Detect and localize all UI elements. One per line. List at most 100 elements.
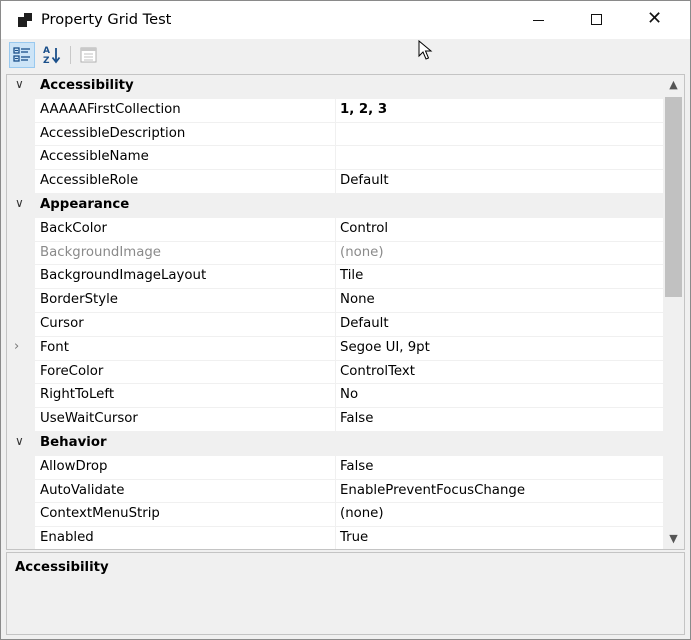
property-value[interactable]: Default <box>340 173 389 188</box>
property-value[interactable]: EnablePreventFocusChange <box>340 483 525 498</box>
column-splitter[interactable] <box>335 455 336 480</box>
property-value[interactable]: True <box>340 530 368 545</box>
property-value[interactable]: Tile <box>340 268 363 283</box>
property-name: Cursor <box>40 315 84 331</box>
column-splitter[interactable] <box>335 217 336 242</box>
chevron-down-icon: ▼ <box>669 532 678 545</box>
property-value[interactable]: (none) <box>340 506 384 521</box>
scroll-down-button[interactable]: ▼ <box>663 529 684 549</box>
property-row[interactable]: RightToLeft No <box>7 384 663 409</box>
property-value[interactable]: None <box>340 292 375 307</box>
row-gutter <box>7 289 35 313</box>
column-splitter[interactable] <box>335 289 336 313</box>
column-splitter[interactable] <box>335 241 336 266</box>
property-row[interactable]: AutoValidate EnablePreventFocusChange <box>7 479 663 504</box>
row-gutter <box>7 455 35 480</box>
property-row[interactable]: BorderStyle None <box>7 289 663 313</box>
column-splitter[interactable] <box>335 336 336 361</box>
minimize-icon <box>533 20 544 21</box>
column-splitter[interactable] <box>335 360 336 385</box>
toolbar-separator <box>70 46 71 64</box>
chevron-down-icon[interactable]: ∨ <box>15 196 24 210</box>
property-value[interactable]: Segoe UI, 9pt <box>340 340 430 355</box>
property-pages-icon <box>80 47 97 63</box>
category-row[interactable]: ∨ Accessibility <box>7 75 663 99</box>
property-row[interactable]: AllowDrop False <box>7 455 663 480</box>
property-row[interactable]: Cursor Default <box>7 312 663 337</box>
property-row[interactable]: AccessibleDescription <box>7 122 663 147</box>
property-pages-button[interactable] <box>76 42 102 68</box>
chevron-down-icon[interactable]: ∨ <box>15 434 24 448</box>
property-row[interactable]: UseWaitCursor False <box>7 408 663 432</box>
category-name: Behavior <box>40 434 107 450</box>
column-splitter[interactable] <box>335 479 336 504</box>
description-title: Accessibility <box>15 560 109 575</box>
property-value[interactable]: Default <box>340 316 389 331</box>
categorized-view-button[interactable] <box>9 42 35 68</box>
category-name: Accessibility <box>40 78 134 93</box>
column-splitter[interactable] <box>335 527 336 549</box>
chevron-right-icon[interactable]: › <box>14 339 19 354</box>
row-gutter <box>7 98 35 123</box>
category-row[interactable]: ∨ Appearance <box>7 193 663 218</box>
property-name: Font <box>40 339 69 355</box>
property-row[interactable]: ForeColor ControlText <box>7 360 663 385</box>
column-splitter[interactable] <box>335 122 336 147</box>
property-row[interactable]: BackColor Control <box>7 217 663 242</box>
chevron-down-icon[interactable]: ∨ <box>15 77 24 91</box>
column-splitter[interactable] <box>335 170 336 194</box>
close-button[interactable]: ✕ <box>625 1 683 39</box>
property-rows: ∨ Accessibility AAAAAFirstCollection 1, 2, … <box>7 75 663 549</box>
main-window: Property Grid Test ✕ A Z ∨ Accessibility… <box>0 0 691 640</box>
property-row[interactable]: › Font Segoe UI, 9pt <box>7 336 663 361</box>
property-row[interactable]: Enabled True <box>7 527 663 549</box>
column-splitter[interactable] <box>335 384 336 409</box>
property-row[interactable]: AccessibleRole Default <box>7 170 663 194</box>
title-bar[interactable]: Property Grid Test ✕ <box>1 1 690 39</box>
scroll-up-button[interactable]: ▲ <box>663 75 684 95</box>
property-row[interactable]: BackgroundImage (none) <box>7 241 663 266</box>
property-value[interactable]: 1, 2, 3 <box>340 102 387 117</box>
column-splitter[interactable] <box>335 265 336 290</box>
property-value[interactable]: (none) <box>340 245 384 260</box>
property-name: BackgroundImageLayout <box>40 268 207 284</box>
property-row[interactable]: BackgroundImageLayout Tile <box>7 265 663 290</box>
row-gutter <box>7 527 35 549</box>
property-name: BorderStyle <box>40 292 118 308</box>
toolbar: A Z <box>1 39 690 70</box>
property-row[interactable]: AAAAAFirstCollection 1, 2, 3 <box>7 98 663 123</box>
minimize-button[interactable] <box>509 1 567 39</box>
column-splitter[interactable] <box>335 408 336 432</box>
property-row[interactable]: ContextMenuStrip (none) <box>7 503 663 528</box>
property-name: AllowDrop <box>40 458 108 474</box>
column-splitter[interactable] <box>335 312 336 337</box>
maximize-button[interactable] <box>567 1 625 39</box>
row-gutter <box>7 336 35 361</box>
property-value[interactable]: No <box>340 387 358 402</box>
row-gutter <box>7 408 35 432</box>
description-pane: Accessibility <box>6 552 685 635</box>
column-splitter[interactable] <box>335 503 336 528</box>
scrollbar-thumb[interactable] <box>665 97 682 297</box>
chevron-up-icon: ▲ <box>669 78 678 91</box>
vertical-scrollbar[interactable]: ▲ ▼ <box>663 75 684 549</box>
property-value[interactable]: ControlText <box>340 364 415 379</box>
row-gutter <box>7 265 35 290</box>
app-icon <box>18 13 32 27</box>
property-name: Enabled <box>40 530 94 546</box>
column-splitter[interactable] <box>335 98 336 123</box>
property-value[interactable]: Control <box>340 221 388 236</box>
alphabetical-view-button[interactable]: A Z <box>39 42 65 68</box>
window-title: Property Grid Test <box>41 11 172 28</box>
category-row[interactable]: ∨ Behavior <box>7 431 663 456</box>
property-name: RightToLeft <box>40 387 115 403</box>
row-gutter <box>7 170 35 194</box>
property-value[interactable]: False <box>340 459 373 474</box>
property-value[interactable]: False <box>340 411 373 426</box>
property-row[interactable]: AccessibleName <box>7 146 663 171</box>
sort-alphabetical-icon: A Z <box>43 46 61 66</box>
property-name: AAAAAFirstCollection <box>40 101 181 117</box>
property-name: BackColor <box>40 220 107 236</box>
property-name: UseWaitCursor <box>40 411 138 427</box>
column-splitter[interactable] <box>335 146 336 171</box>
